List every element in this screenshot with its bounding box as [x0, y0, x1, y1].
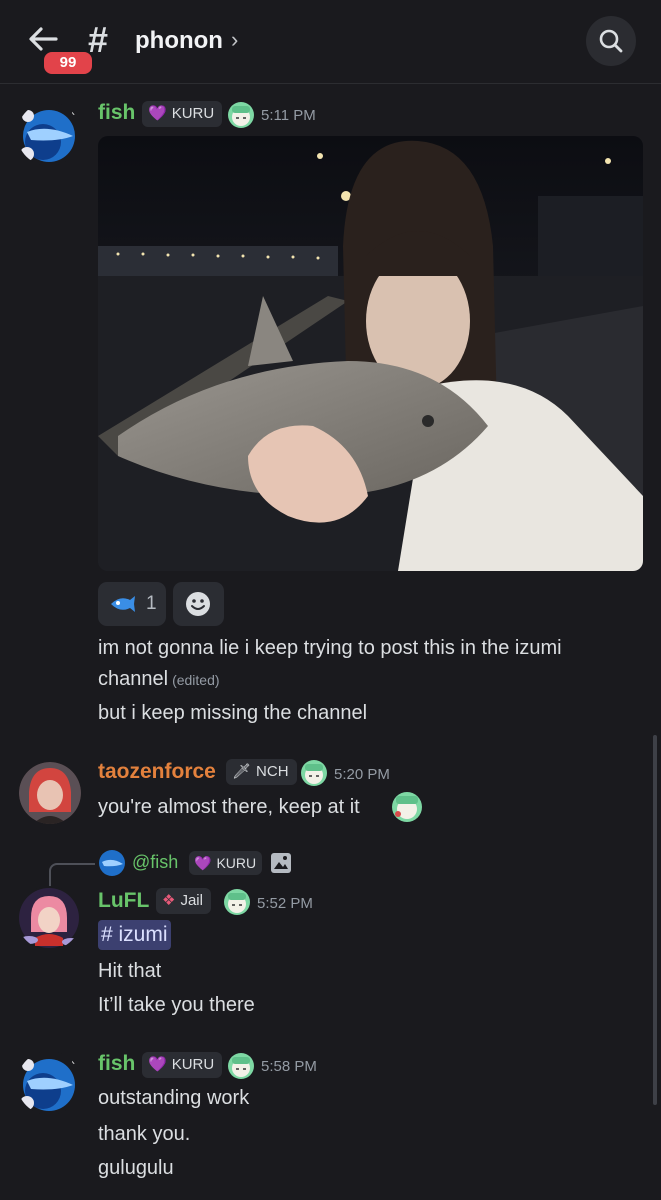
smiley-icon: [186, 592, 210, 616]
unread-badge: 99: [41, 49, 95, 77]
role-tag[interactable]: ❖ Jail: [156, 888, 211, 914]
reply-author[interactable]: @fish: [132, 852, 178, 873]
channel-header: 99 # phonon ›: [0, 0, 661, 84]
status-emoji-icon: [301, 760, 327, 786]
message-text: It’ll take you there: [98, 994, 255, 1016]
diamond-icon: ❖: [162, 892, 176, 909]
shark-avatar-icon: [20, 1058, 78, 1111]
username[interactable]: LuFL: [98, 889, 149, 913]
status-emoji-icon: [228, 102, 254, 128]
video-thumbnail-image: [98, 136, 643, 571]
timestamp: 5:58 PM: [261, 1058, 317, 1075]
status-emoji-icon: [224, 889, 250, 915]
message-text: gulugulu: [98, 1157, 174, 1179]
scrollbar[interactable]: [653, 735, 657, 1105]
edited-label: (edited): [172, 672, 220, 688]
role-tag[interactable]: 💜 KURU: [142, 101, 223, 127]
reaction-count: 1: [146, 593, 157, 614]
chevron-right-icon[interactable]: ›: [231, 27, 238, 53]
reply-connector: [49, 863, 95, 887]
search-icon: [599, 29, 623, 53]
message-text: channel (edited): [98, 668, 220, 690]
timestamp: 5:20 PM: [334, 766, 390, 783]
hash-icon: #: [88, 19, 109, 60]
heart-icon: 💜: [148, 105, 167, 122]
role-tag[interactable]: 💜 KURU: [142, 1052, 223, 1078]
shark-avatar-icon: [20, 109, 78, 162]
video-attachment[interactable]: [98, 136, 643, 571]
reaction-fish[interactable]: 1: [98, 582, 166, 626]
username[interactable]: fish: [98, 101, 135, 125]
message-text: outstanding work: [98, 1087, 250, 1109]
username[interactable]: taozenforce: [98, 760, 216, 784]
channel-title[interactable]: phonon: [135, 27, 223, 55]
search-button[interactable]: [586, 16, 636, 66]
timestamp: 5:52 PM: [257, 895, 313, 912]
message-text: but i keep missing the channel: [98, 702, 368, 724]
anime-avatar-icon: [19, 888, 80, 948]
reply-avatar: [99, 850, 125, 876]
fish-emoji-icon: [111, 596, 135, 612]
username[interactable]: fish: [98, 1052, 135, 1076]
avatar[interactable]: [17, 1051, 81, 1115]
sword-icon: 🗡: [232, 763, 252, 780]
avatar[interactable]: [19, 762, 81, 824]
channel-mention[interactable]: # izumi: [98, 920, 171, 950]
timestamp: 5:11 PM: [261, 107, 316, 124]
image-icon: [271, 853, 291, 873]
heart-icon: 💜: [148, 1056, 167, 1073]
anime-avatar-icon: [19, 762, 81, 824]
role-tag[interactable]: 🗡 NCH: [226, 759, 297, 785]
avatar[interactable]: [17, 886, 81, 950]
heart-icon: 💜: [194, 855, 212, 871]
message-text: thank you.: [98, 1123, 191, 1145]
inline-emoji-icon: [392, 792, 422, 822]
message-text: im not gonna lie i keep trying to post t…: [98, 637, 562, 659]
status-emoji-icon: [228, 1053, 254, 1079]
message-text: Hit that: [98, 960, 162, 982]
avatar[interactable]: [17, 102, 81, 166]
reply-role-tag: 💜 KURU: [189, 851, 263, 875]
message-text: you're almost there, keep at it: [98, 796, 360, 818]
add-reaction-button[interactable]: [173, 582, 224, 626]
